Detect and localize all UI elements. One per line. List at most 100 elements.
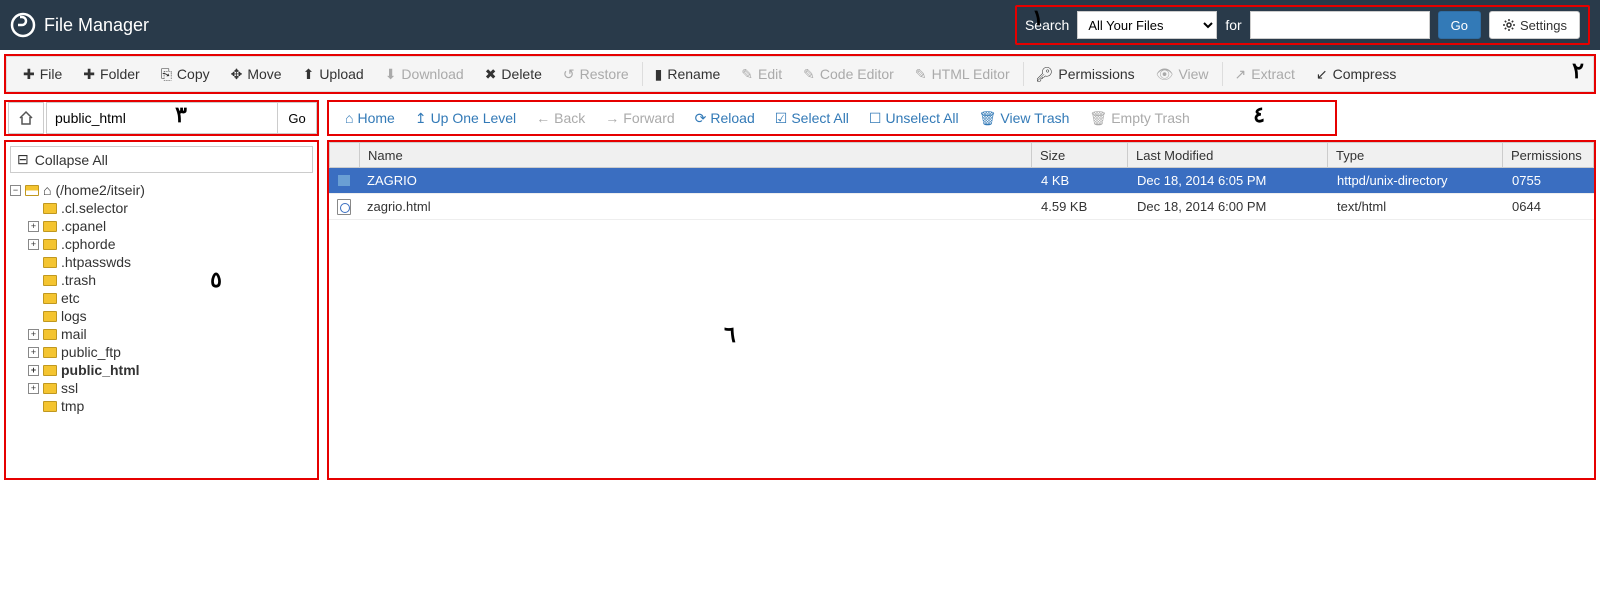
compress-button[interactable]: ↙Compress [1306, 57, 1408, 91]
search-input[interactable] [1250, 11, 1430, 39]
key-icon: 🔑︎ [1036, 66, 1054, 83]
tree-toggle-icon[interactable]: + [28, 383, 39, 394]
tree-item[interactable]: + mail [10, 325, 313, 343]
nav-empty-trash-button[interactable]: 🗑︎Empty Trash [1079, 110, 1199, 127]
rename-icon: ▮ [655, 66, 663, 83]
tree-item-label: etc [61, 290, 80, 306]
tree-item[interactable]: +public_html [10, 361, 313, 379]
col-modified[interactable]: Last Modified [1128, 143, 1328, 167]
upload-button[interactable]: ⬆Upload [293, 57, 375, 91]
path-go-button[interactable]: Go [277, 102, 317, 134]
table-row[interactable]: ZAGRIO4 KBDec 18, 2014 6:05 PMhttpd/unix… [329, 168, 1594, 194]
col-name[interactable]: Name [360, 143, 1032, 167]
tree-item[interactable]: +.cphorde [10, 235, 313, 253]
tree-item[interactable]: tmp [10, 397, 313, 415]
tree-item-label: .trash [61, 272, 96, 288]
folder-tree: − ⌂ (/home2/itseir) .cl.selector + .cpanel… [10, 181, 313, 415]
cell-size: 4 KB [1033, 173, 1129, 188]
nav-bar: ٤ ⌂Home ↥Up One Level ←Back →Forward ⟳Re… [327, 100, 1337, 136]
nav-forward-button[interactable]: →Forward [595, 110, 684, 126]
folder-icon [43, 275, 57, 286]
restore-button[interactable]: ↺Restore [553, 57, 640, 91]
tree-item-label: .cl.selector [61, 200, 128, 216]
annotation-4: ٤ [1253, 102, 1265, 128]
folder-icon [43, 293, 57, 304]
app-title: File Manager [44, 15, 149, 36]
cell-modified: Dec 18, 2014 6:00 PM [1129, 199, 1329, 214]
for-label: for [1225, 17, 1241, 33]
nav-up-button[interactable]: ↥Up One Level [405, 110, 526, 127]
folder-icon [43, 401, 57, 412]
col-icon[interactable] [330, 143, 360, 167]
check-icon: ☑ [775, 110, 788, 127]
plus-icon: ✚ [23, 66, 35, 83]
rename-button[interactable]: ▮Rename [645, 57, 732, 91]
nav-select-all-button[interactable]: ☑Select All [765, 110, 859, 127]
tree-item[interactable]: +ssl [10, 379, 313, 397]
code-editor-button[interactable]: ✎Code Editor [793, 57, 905, 91]
tree-item[interactable]: .trash [10, 271, 313, 289]
tree-item[interactable]: .htpasswds [10, 253, 313, 271]
folder-icon [25, 185, 39, 196]
header: File Manager ١ Search All Your Files for… [0, 0, 1600, 50]
tree-item[interactable]: +public_ftp [10, 343, 313, 361]
sidebar: ٥ ⊟ Collapse All − ⌂ (/home2/itseir) .cl… [4, 140, 319, 480]
path-input[interactable] [46, 102, 277, 134]
table-row[interactable]: zagrio.html4.59 KBDec 18, 2014 6:00 PMte… [329, 194, 1594, 220]
tree-item[interactable]: .cl.selector [10, 199, 313, 217]
nav-back-button[interactable]: ←Back [526, 110, 595, 126]
tree-toggle-icon[interactable]: − [10, 185, 21, 196]
file-list: ٦ Name Size Last Modified Type Permissio… [327, 140, 1596, 480]
nav-unselect-all-button[interactable]: ☐Unselect All [859, 110, 969, 127]
search-area: ١ Search All Your Files for Go Settings [1015, 5, 1590, 45]
cpanel-icon [10, 12, 36, 38]
html-file-icon [337, 199, 351, 215]
delete-button[interactable]: ✖Delete [475, 57, 553, 91]
home-icon [18, 110, 34, 126]
tree-item[interactable]: logs [10, 307, 313, 325]
search-scope-select[interactable]: All Your Files [1077, 11, 1217, 39]
nav-reload-button[interactable]: ⟳Reload [685, 110, 765, 127]
tree-toggle-icon[interactable]: + [28, 365, 39, 376]
code-icon: ✎ [803, 66, 815, 83]
download-button[interactable]: ⬇Download [375, 57, 475, 91]
nav-view-trash-button[interactable]: 🗑︎View Trash [969, 110, 1080, 127]
annotation-3: ٣ [175, 102, 187, 128]
edit-icon: ✎ [741, 66, 753, 83]
search-go-button[interactable]: Go [1438, 11, 1481, 39]
extract-button[interactable]: ↗Extract [1225, 57, 1306, 91]
tree-toggle-icon[interactable]: + [28, 239, 39, 250]
tree-toggle-icon[interactable]: + [28, 221, 39, 232]
tree-toggle-icon[interactable]: + [28, 347, 39, 358]
cell-size: 4.59 KB [1033, 199, 1129, 214]
collapse-all-button[interactable]: ⊟ Collapse All [10, 146, 313, 173]
file-button[interactable]: ✚File [13, 57, 73, 91]
nav-home-button[interactable]: ⌂Home [335, 110, 405, 126]
html-editor-button[interactable]: ✎HTML Editor [905, 57, 1021, 91]
tree-item[interactable]: etc [10, 289, 313, 307]
tree-toggle-icon[interactable]: + [28, 329, 39, 340]
download-icon: ⬇ [385, 66, 397, 83]
tree-item-label: .cpanel [61, 218, 106, 234]
folder-button[interactable]: ✚Folder [73, 57, 150, 91]
forward-icon: → [605, 110, 619, 126]
col-type[interactable]: Type [1328, 143, 1503, 167]
uncheck-icon: ☐ [869, 110, 882, 127]
copy-button[interactable]: ⎘Copy [151, 57, 221, 91]
table-header: Name Size Last Modified Type Permissions [329, 142, 1594, 168]
col-size[interactable]: Size [1032, 143, 1128, 167]
move-button[interactable]: ✥Move [221, 57, 293, 91]
move-icon: ✥ [231, 66, 243, 83]
permissions-button[interactable]: 🔑︎Permissions [1026, 57, 1146, 91]
col-perms[interactable]: Permissions [1503, 143, 1593, 167]
settings-button[interactable]: Settings [1489, 11, 1580, 39]
cell-perms: 0755 [1504, 173, 1594, 188]
view-button[interactable]: 👁︎View [1146, 57, 1220, 91]
tree-item-label: mail [61, 326, 87, 342]
edit-button[interactable]: ✎Edit [731, 57, 793, 91]
folder-icon [43, 365, 57, 376]
path-box: ٣ Go [4, 100, 319, 136]
tree-item[interactable]: + .cpanel [10, 217, 313, 235]
tree-root[interactable]: − ⌂ (/home2/itseir) [10, 181, 313, 199]
home-icon-button[interactable] [8, 102, 44, 134]
